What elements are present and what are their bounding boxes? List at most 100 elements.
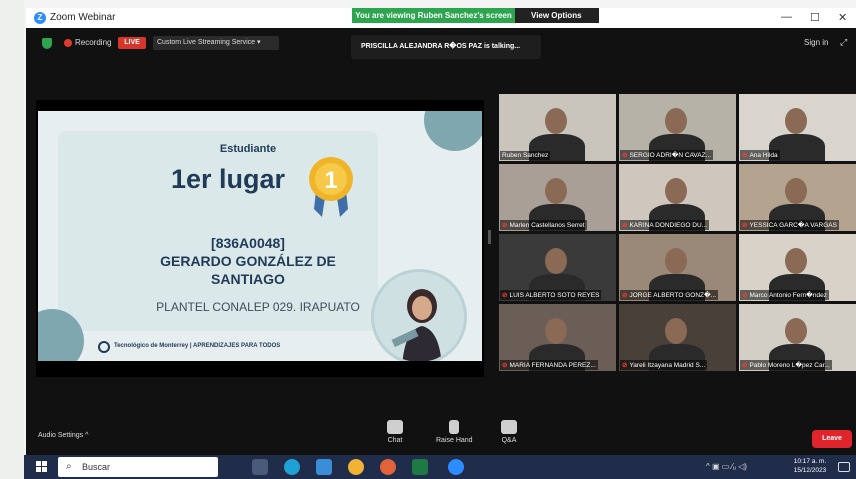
excel-icon[interactable] bbox=[412, 459, 428, 475]
windows-start-icon[interactable] bbox=[36, 461, 48, 473]
panel-divider-handle[interactable] bbox=[488, 230, 491, 244]
participant-name: ⊘ SERGIO ADRI�N CAVAZ... bbox=[620, 150, 714, 160]
close-button[interactable]: ✕ bbox=[838, 11, 847, 24]
expand-icon[interactable]: ⤢ bbox=[840, 37, 847, 48]
file-explorer-icon[interactable] bbox=[316, 459, 332, 475]
slide-name-line1: GERARDO GONZÁLEZ DE bbox=[160, 253, 336, 269]
participant-tile[interactable]: ⊘ MARIA FERNANDA PEREZ... bbox=[499, 304, 616, 371]
chat-icon bbox=[387, 420, 403, 434]
recording-icon bbox=[64, 39, 72, 47]
chat-button[interactable]: Chat bbox=[387, 420, 403, 444]
participant-tile[interactable]: ⊘ Pablo Moreno L�pez Car... bbox=[739, 304, 856, 371]
participant-name: Ruben Sanchez bbox=[500, 151, 551, 160]
app-title: Zoom Webinar bbox=[50, 12, 116, 23]
audio-settings-button[interactable]: Audio Settings ^ bbox=[38, 432, 88, 439]
edge-icon[interactable] bbox=[284, 459, 300, 475]
zoom-taskbar-icon[interactable] bbox=[448, 459, 464, 475]
participant-name-text: SERGIO ADRI�N CAVAZ... bbox=[629, 152, 712, 159]
clock[interactable]: 10:17 a. m. 15/12/2023 bbox=[787, 457, 833, 475]
participant-name-text: Yareli Itzayana Madrid S... bbox=[629, 362, 706, 369]
participant-name-text: JORGE ALBERTO GONZ�... bbox=[629, 292, 717, 299]
participant-tile[interactable]: ⊘ Yareli Itzayana Madrid S... bbox=[619, 304, 736, 371]
minimize-button[interactable]: — bbox=[781, 11, 792, 23]
participant-face bbox=[785, 248, 807, 274]
muted-mic-icon: ⊘ bbox=[622, 292, 628, 299]
participant-face bbox=[665, 318, 687, 344]
participant-face bbox=[665, 108, 687, 134]
slide-place-title: 1er lugar bbox=[170, 164, 286, 194]
participant-tile[interactable]: ⊘ LUIS ALBERTO SOTO REYES bbox=[499, 234, 616, 301]
participant-name: ⊘ YESSICA GARC�A VARGAS bbox=[740, 220, 839, 230]
muted-mic-icon: ⊘ bbox=[742, 362, 748, 369]
participant-tile[interactable]: ⊘ SERGIO ADRI�N CAVAZ... bbox=[619, 94, 736, 161]
maximize-button[interactable]: ☐ bbox=[810, 11, 820, 24]
slide-plantel: PLANTEL CONALEP 029. IRAPUATO bbox=[156, 300, 360, 314]
leave-button[interactable]: Leave bbox=[812, 430, 852, 448]
participant-tile[interactable]: ⊘ YESSICA GARC�A VARGAS bbox=[739, 164, 856, 231]
system-tray-icons[interactable]: ^ ▣ ▭ ⁄ᵤ ◁) bbox=[706, 462, 747, 471]
participant-name-text: Ana Hilda bbox=[749, 152, 778, 159]
participant-face bbox=[785, 318, 807, 344]
title-bar: Z Zoom Webinar You are viewing Ruben San… bbox=[26, 8, 856, 28]
participant-tile[interactable]: ⊘ Marlen Castellanos Serret bbox=[499, 164, 616, 231]
chrome-profile-icon[interactable] bbox=[380, 459, 396, 475]
search-icon: ⌕ bbox=[66, 461, 72, 472]
participant-name: ⊘ Yareli Itzayana Madrid S... bbox=[620, 360, 708, 370]
taskbar-search-box[interactable]: ⌕ Buscar bbox=[58, 457, 218, 477]
portrait-illustration bbox=[391, 289, 442, 361]
clock-date: 15/12/2023 bbox=[793, 467, 827, 474]
streaming-service-dropdown[interactable]: Custom Live Streaming Service ▾ bbox=[153, 36, 279, 50]
zoom-app-icon: Z bbox=[34, 12, 46, 24]
slide-student-name: GERARDO GONZÁLEZ DE SANTIAGO bbox=[128, 252, 368, 288]
student-portrait-illustration bbox=[371, 269, 467, 361]
muted-mic-icon: ⊘ bbox=[742, 152, 748, 159]
participant-name: ⊘ Marco Antonio Fern�ndez bbox=[740, 290, 829, 300]
clock-time: 10:17 a. m. bbox=[793, 458, 827, 465]
participant-face bbox=[785, 178, 807, 204]
security-shield-icon[interactable] bbox=[42, 38, 52, 49]
participant-name-text: YESSICA GARC�A VARGAS bbox=[749, 222, 837, 229]
notification-icon[interactable] bbox=[838, 462, 850, 472]
participant-name: ⊘ Marlen Castellanos Serret bbox=[500, 220, 587, 230]
task-view-icon[interactable] bbox=[252, 459, 268, 475]
sign-in-link[interactable]: Sign in bbox=[804, 38, 828, 47]
windows-taskbar: ⌕ Buscar ^ ▣ ▭ ⁄ᵤ ◁) 10:17 a. m. 15/12/2… bbox=[24, 455, 856, 479]
muted-mic-icon: ⊘ bbox=[622, 152, 628, 159]
slide-name-line2: SANTIAGO bbox=[211, 271, 285, 287]
chrome-icon[interactable] bbox=[348, 459, 364, 475]
participant-name-text: Marco Antonio Fern�ndez bbox=[749, 292, 827, 299]
participant-name: ⊘ MARIA FERNANDA PEREZ... bbox=[500, 360, 598, 370]
zoom-webinar-window: Z Zoom Webinar You are viewing Ruben San… bbox=[26, 8, 856, 455]
meeting-controls-bar: Audio Settings ^ Chat Raise Hand Q&A Lea… bbox=[26, 416, 856, 455]
viewing-screen-banner: You are viewing Ruben Sanchez's screen bbox=[352, 8, 515, 23]
raise-hand-label: Raise Hand bbox=[436, 437, 473, 444]
participant-tile[interactable]: Ruben Sanchez bbox=[499, 94, 616, 161]
participant-name-text: MARIA FERNANDA PEREZ... bbox=[509, 362, 596, 369]
muted-mic-icon: ⊘ bbox=[502, 292, 508, 299]
muted-mic-icon: ⊘ bbox=[622, 222, 628, 229]
active-speaker-indicator: PRISCILLA ALEJANDRA R�OS PAZ is talking.… bbox=[351, 35, 541, 59]
shared-screen: Estudiante 1er lugar 1 [836A0048] GERARD… bbox=[36, 100, 484, 377]
participant-tile[interactable]: ⊘ Ana Hilda bbox=[739, 94, 856, 161]
raise-hand-button[interactable]: Raise Hand bbox=[436, 420, 473, 444]
chat-label: Chat bbox=[387, 437, 403, 444]
participant-name-text: Ruben Sanchez bbox=[502, 152, 549, 159]
hand-icon bbox=[449, 420, 460, 434]
participant-name: ⊘ JORGE ALBERTO GONZ�... bbox=[620, 290, 719, 300]
slide-student-label: Estudiante bbox=[219, 143, 277, 155]
live-badge[interactable]: LIVE bbox=[118, 37, 146, 49]
participant-name-text: Marlen Castellanos Serret bbox=[509, 222, 585, 229]
participant-tile[interactable]: ⊘ JORGE ALBERTO GONZ�... bbox=[619, 234, 736, 301]
muted-mic-icon: ⊘ bbox=[742, 222, 748, 229]
decorative-circle bbox=[424, 111, 482, 151]
medal-number: 1 bbox=[324, 167, 337, 194]
qa-button[interactable]: Q&A bbox=[501, 420, 517, 444]
participant-tile[interactable]: ⊘ KARINA DONDIEGO DU... bbox=[619, 164, 736, 231]
view-options-button[interactable]: View Options bbox=[515, 8, 599, 23]
participant-tile[interactable]: ⊘ Marco Antonio Fern�ndez bbox=[739, 234, 856, 301]
participant-name-text: KARINA DONDIEGO DU... bbox=[629, 222, 708, 229]
qa-icon bbox=[501, 420, 517, 434]
background-left-strip bbox=[0, 0, 24, 479]
participant-name-text: LUIS ALBERTO SOTO REYES bbox=[509, 292, 600, 299]
participant-face bbox=[545, 318, 567, 344]
